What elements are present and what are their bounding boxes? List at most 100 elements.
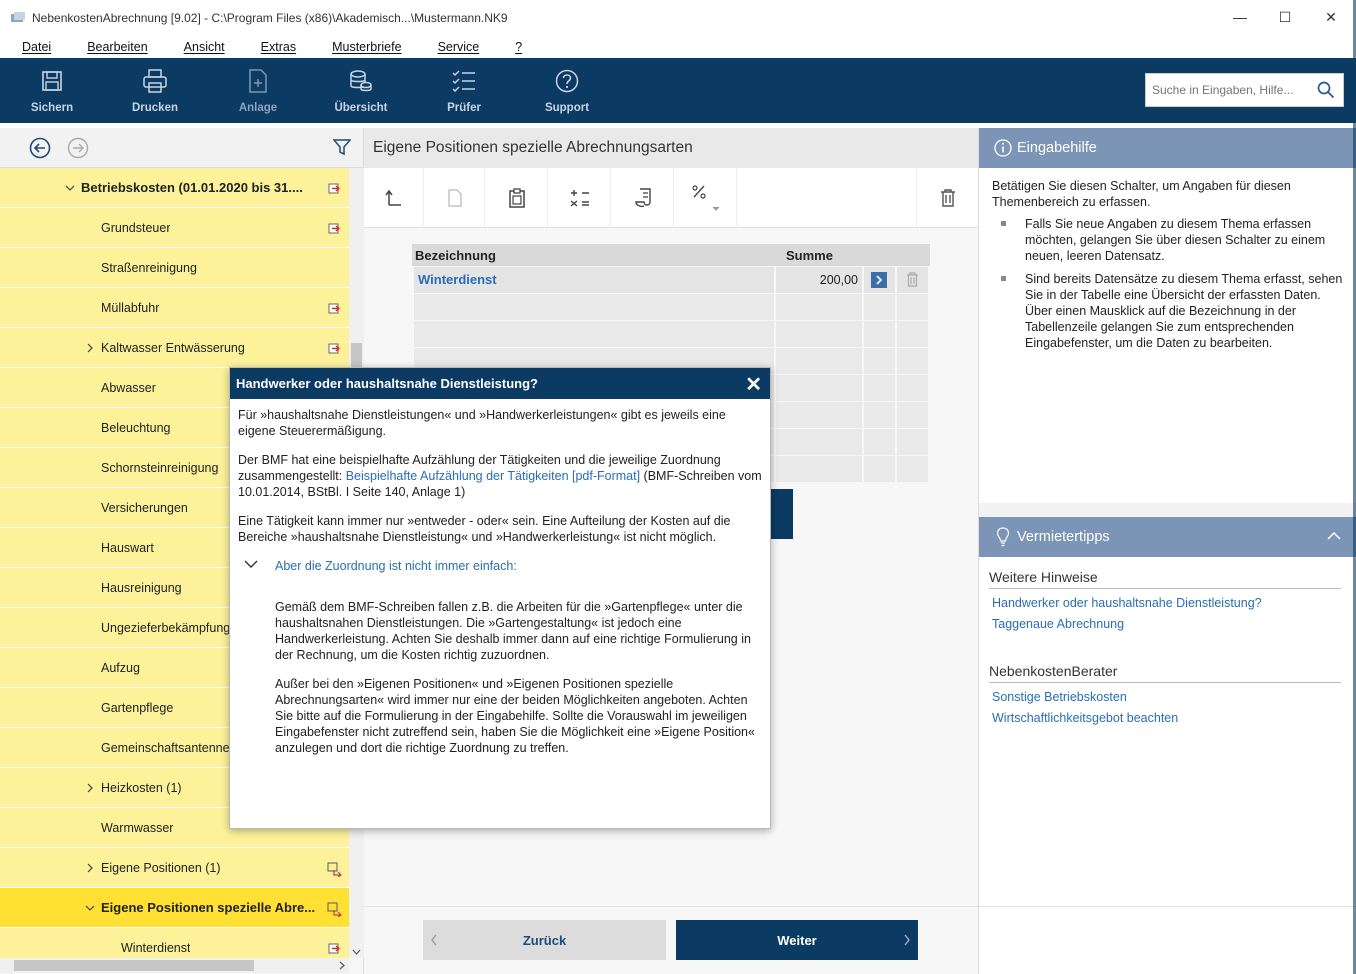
next-label: Weiter: [777, 932, 817, 948]
tree-horizontal-scrollbar[interactable]: [0, 958, 349, 973]
tree-item[interactable]: Müllabfuhr: [0, 288, 349, 328]
chevron-down-icon[interactable]: [85, 903, 95, 913]
menu-ansicht[interactable]: Ansicht: [184, 40, 225, 54]
window-title: NebenkostenAbrechnung [9.02] - C:\Progra…: [32, 11, 508, 25]
paste-button[interactable]: [486, 168, 548, 228]
status-flag-icon: [328, 183, 341, 194]
coins-icon: [349, 68, 373, 94]
scroll-right-icon[interactable]: [339, 961, 345, 970]
section-title: NebenkostenBerater: [989, 663, 1341, 683]
tree-item-label: Betriebskosten (01.01.2020 bis 31....: [81, 180, 303, 195]
forward-nav-icon[interactable]: [67, 137, 89, 162]
tree-item-label: Warmwasser: [101, 820, 174, 835]
scroll-down-icon[interactable]: [352, 949, 361, 955]
support-button[interactable]: Support: [517, 58, 617, 123]
percent-dropdown-icon: [691, 185, 719, 211]
open-row-icon[interactable]: [871, 272, 887, 288]
table-row[interactable]: Winterdienst 200,00: [412, 267, 930, 293]
calculate-button[interactable]: [549, 168, 611, 228]
tree-item[interactable]: Winterdienst: [0, 928, 349, 958]
chevron-right-icon[interactable]: [85, 863, 95, 873]
calculator-icon: [570, 190, 589, 207]
search-icon[interactable]: [1317, 81, 1335, 102]
row-sum: 200,00: [819, 273, 858, 287]
table-cell: [776, 402, 862, 428]
print-button[interactable]: Drucken: [105, 58, 205, 123]
chevron-right-icon[interactable]: [85, 343, 95, 353]
new-record-button[interactable]: [425, 168, 485, 228]
main-toolbar: Sichern Drucken Anlage Übersicht Prüfer …: [0, 58, 1356, 123]
filter-icon[interactable]: [332, 138, 352, 159]
column-bezeichnung: Bezeichnung: [415, 248, 496, 263]
search-box: [1145, 73, 1344, 107]
menu-bearbeiten[interactable]: Bearbeiten: [87, 40, 147, 54]
close-icon[interactable]: ✕: [745, 372, 762, 397]
scroll-thumb[interactable]: [14, 960, 254, 971]
maximize-button[interactable]: ☐: [1262, 0, 1308, 34]
table-cell: [897, 321, 928, 347]
tree-item-label: Hausreinigung: [101, 580, 182, 595]
search-input[interactable]: [1152, 83, 1312, 97]
panel-separator: [979, 503, 1356, 517]
section-title: Weitere Hinweise: [989, 569, 1341, 589]
tree-item[interactable]: Grundsteuer: [0, 208, 349, 248]
tree-item[interactable]: Eigene Positionen (1): [0, 848, 349, 888]
help-title: Eingabehilfe: [1017, 140, 1097, 156]
tips-title: Vermietertipps: [1017, 529, 1110, 545]
menu-help[interactable]: ?: [515, 40, 522, 54]
tree-item-label: Kaltwasser Entwässerung: [101, 340, 245, 355]
table-cell: [864, 321, 895, 347]
status-flag-icon: [328, 343, 341, 354]
new-attachment-button[interactable]: Anlage: [208, 58, 308, 123]
minimize-button[interactable]: —: [1217, 0, 1263, 34]
table-cell: [864, 348, 895, 374]
tips-header[interactable]: Vermietertipps: [979, 517, 1356, 557]
accordion-title: Aber die Zuordnung ist nicht immer einfa…: [275, 559, 517, 573]
tip-link[interactable]: Handwerker oder haushaltsnahe Dienstleis…: [992, 596, 1347, 610]
menu-service[interactable]: Service: [438, 40, 480, 54]
tree-item[interactable]: Eigene Positionen spezielle Abre...: [0, 888, 349, 928]
menu-extras[interactable]: Extras: [261, 40, 296, 54]
tree-item-label: Hauswart: [101, 540, 154, 555]
tip-link[interactable]: Wirtschaftlichkeitsgebot beachten: [992, 711, 1347, 725]
delete-row-icon[interactable]: [906, 272, 919, 287]
percent-button[interactable]: [675, 168, 737, 228]
table-cell: [776, 429, 862, 455]
table-cell: [864, 402, 895, 428]
tree-item-label: Winterdienst: [121, 940, 191, 955]
save-button[interactable]: Sichern: [2, 58, 102, 123]
chevron-right-icon: [904, 934, 910, 946]
row-name-link[interactable]: Winterdienst: [418, 272, 497, 287]
chevron-down-icon[interactable]: [65, 183, 75, 193]
checker-label: Prüfer: [447, 102, 481, 114]
tip-link[interactable]: Sonstige Betriebskosten: [992, 690, 1347, 704]
table-cell: [776, 294, 862, 320]
accordion-toggle[interactable]: Aber die Zuordnung ist nicht immer einfa…: [238, 558, 762, 574]
tree-item-label: Versicherungen: [101, 500, 188, 515]
pdf-link[interactable]: Beispielhafte Aufzählung der Tätigkeiten…: [346, 469, 640, 483]
up-level-button[interactable]: [364, 168, 424, 228]
checker-button[interactable]: Prüfer: [414, 58, 514, 123]
chevron-left-icon: [431, 934, 437, 946]
delete-button[interactable]: [916, 168, 978, 228]
tree-item[interactable]: Straßenreinigung: [0, 248, 349, 288]
back-nav-icon[interactable]: [29, 137, 51, 162]
help-intro: Betätigen Sie diesen Schalter, um Angabe…: [992, 179, 1291, 209]
tip-link[interactable]: Taggenaue Abrechnung: [992, 617, 1347, 631]
receipt-button[interactable]: [612, 168, 674, 228]
menu-datei[interactable]: Datei: [22, 40, 51, 54]
hidden-button-edge: [771, 489, 793, 539]
table-cell: [776, 375, 862, 401]
tree-item[interactable]: Betriebskosten (01.01.2020 bis 31....: [0, 168, 349, 208]
next-button[interactable]: Weiter: [676, 920, 918, 960]
close-window-button[interactable]: ✕: [1308, 0, 1354, 34]
menu-musterbriefe[interactable]: Musterbriefe: [332, 40, 401, 54]
back-button[interactable]: Zurück: [423, 920, 666, 960]
chevron-right-icon[interactable]: [85, 783, 95, 793]
tree-item[interactable]: Kaltwasser Entwässerung: [0, 328, 349, 368]
chevron-up-icon[interactable]: [1327, 531, 1341, 540]
dialog-title: Handwerker oder haushaltsnahe Dienstleis…: [236, 376, 538, 391]
receipt-icon: [634, 188, 651, 208]
status-flag-icon: [328, 943, 341, 954]
overview-button[interactable]: Übersicht: [311, 58, 411, 123]
